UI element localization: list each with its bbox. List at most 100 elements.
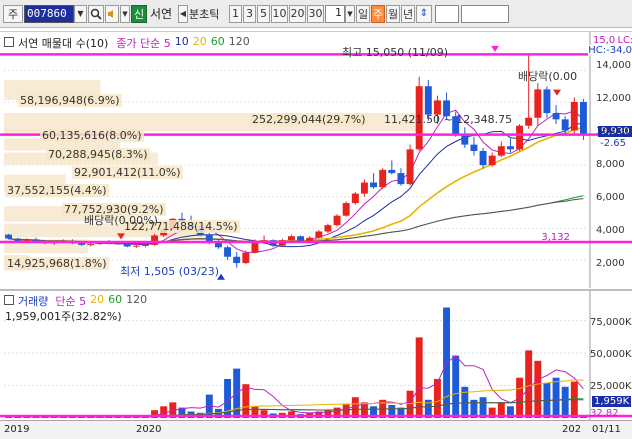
- prev-icon[interactable]: ◀: [178, 4, 188, 23]
- price-pane[interactable]: 서연 매물대 수(10) 종가 단순 5 10 20 60 120 58,196…: [0, 31, 632, 288]
- period-year[interactable]: 년: [401, 4, 415, 23]
- candle-body: [424, 86, 432, 115]
- dividend-annotation-2: 배당락(0.00%): [84, 214, 158, 227]
- volume-pane[interactable]: 거래량 단순 5 20 60 120 1,959,001주(32.82%) 75…: [0, 289, 632, 420]
- vol-current-value: 1,959,001주(32.82%): [5, 310, 122, 323]
- x-label-2019: 2019: [4, 424, 30, 435]
- legend-ma-label: 종가 단순 5: [116, 37, 171, 50]
- vol-current-tag: 1,959K: [592, 396, 632, 407]
- candle-body: [23, 239, 31, 241]
- market-select[interactable]: 주: [3, 4, 23, 23]
- speaker-icon[interactable]: [105, 4, 119, 23]
- speaker-dropdown-icon[interactable]: ▼: [120, 4, 130, 23]
- vol-tick-25000: 25,000K: [590, 381, 632, 392]
- y-tick-8000: 8,000: [596, 159, 625, 170]
- search-icon[interactable]: [88, 4, 104, 23]
- vol-tick-75000: 75,000K: [590, 317, 632, 328]
- vol-legend-checkbox[interactable]: [4, 295, 14, 305]
- period-day[interactable]: 일: [356, 4, 370, 23]
- candle-body: [287, 236, 295, 241]
- low-line-label: 3,132: [541, 232, 570, 243]
- interval-value-input[interactable]: 1: [325, 4, 345, 23]
- y-tick-14000: 14,000: [596, 60, 631, 71]
- vol-ma-line-120: [8, 399, 584, 418]
- candle-body: [370, 182, 378, 188]
- candle-body: [333, 215, 341, 226]
- candle-body: [497, 146, 505, 156]
- volume-bar: [452, 355, 460, 418]
- sin-badge: 신: [131, 4, 147, 23]
- updown-icon[interactable]: ⇕: [416, 4, 432, 23]
- high-annotation: 최고 15,050 (11/09): [342, 46, 449, 59]
- candle-body: [87, 244, 95, 246]
- profile-label-10: 14,925,968(1.8%): [5, 257, 109, 270]
- high-arrow-icon: [491, 45, 499, 52]
- period-month[interactable]: 월: [386, 4, 400, 23]
- candle-body: [406, 149, 414, 185]
- volume-bar: [406, 390, 414, 418]
- vol-ma-line-5: [8, 355, 584, 418]
- interval-dropdown-icon[interactable]: ▼: [345, 4, 355, 23]
- vol-tick-50000: 50,000K: [590, 349, 632, 360]
- candle-body: [561, 119, 569, 131]
- candle-body: [132, 245, 140, 247]
- interval-10[interactable]: 10: [271, 4, 288, 23]
- volume-legend: 거래량 단순 5 20 60 120: [4, 293, 147, 309]
- candle-body: [360, 182, 368, 194]
- candle-body: [78, 243, 86, 245]
- candle-body: [224, 247, 232, 257]
- candle-body: [297, 236, 305, 241]
- candle-body: [315, 231, 323, 238]
- vol-legend-title: 거래량: [18, 295, 49, 308]
- toolbar: 주 007860 ▼ ▼ 신 서연 ◀ 분초틱 1 3 5 10 20 30 1…: [0, 0, 632, 28]
- interval-label: 분초틱: [189, 7, 220, 21]
- volume-bar: [242, 384, 250, 418]
- profile-label-2: 252,299,044(29.7%): [250, 113, 368, 126]
- extra-input-1[interactable]: [435, 4, 459, 23]
- vol-legend-ma120: 120: [126, 293, 148, 306]
- legend-ma60: 60: [210, 35, 225, 48]
- candle-body: [324, 225, 332, 232]
- x-axis: 2019 2020 202 01/11: [0, 420, 632, 439]
- candle-body: [342, 203, 350, 216]
- dividend-annotation: 배당락(0.00: [518, 70, 578, 83]
- change-label: -2.65: [600, 138, 626, 149]
- y-tick-4000: 4,000: [596, 225, 625, 236]
- interval-3[interactable]: 3: [243, 4, 256, 23]
- profile-label-4: 70,288,945(8.3%): [46, 148, 150, 161]
- profile-label-5: 92,901,412(11.0%): [72, 166, 183, 179]
- candle-body: [14, 238, 22, 241]
- interval-20[interactable]: 20: [289, 4, 306, 23]
- candle-body: [552, 113, 560, 120]
- vol-legend-ma-label: 단순 5: [55, 295, 87, 308]
- volume-bar: [534, 360, 542, 418]
- candle-body: [534, 89, 542, 118]
- candle-body: [388, 169, 396, 174]
- interval-30[interactable]: 30: [307, 4, 324, 23]
- hc-label: HC:-34,0: [588, 45, 632, 56]
- candle-body: [123, 244, 131, 247]
- interval-5[interactable]: 5: [257, 4, 270, 23]
- candle-body: [543, 89, 551, 114]
- x-label-date: 01/11: [592, 424, 621, 435]
- period-week[interactable]: 주: [371, 4, 385, 23]
- legend-checkbox[interactable]: [4, 37, 14, 47]
- dividend-arrow-icon: [553, 89, 561, 96]
- y-tick-12000: 12,000: [596, 93, 631, 104]
- interval-1[interactable]: 1: [229, 4, 242, 23]
- y-tick-6000: 6,000: [596, 192, 625, 203]
- x-label-2021: 202: [562, 424, 582, 435]
- code-dropdown-icon[interactable]: ▼: [74, 4, 87, 23]
- candle-body: [470, 144, 478, 151]
- candle-body: [306, 237, 314, 241]
- volume-bar: [433, 379, 441, 418]
- y-tick-2000: 2,000: [596, 258, 625, 269]
- candle-body: [5, 234, 13, 239]
- candle-body: [233, 256, 241, 264]
- stock-code-input[interactable]: 007860: [24, 4, 74, 23]
- vol-legend-ma20: 20: [90, 293, 105, 306]
- extra-input-2[interactable]: [461, 4, 509, 23]
- volume-bar: [415, 337, 423, 418]
- price-legend: 서연 매물대 수(10) 종가 단순 5 10 20 60 120: [4, 35, 250, 51]
- low-annotation: 최저 1,505 (03/23): [120, 265, 220, 278]
